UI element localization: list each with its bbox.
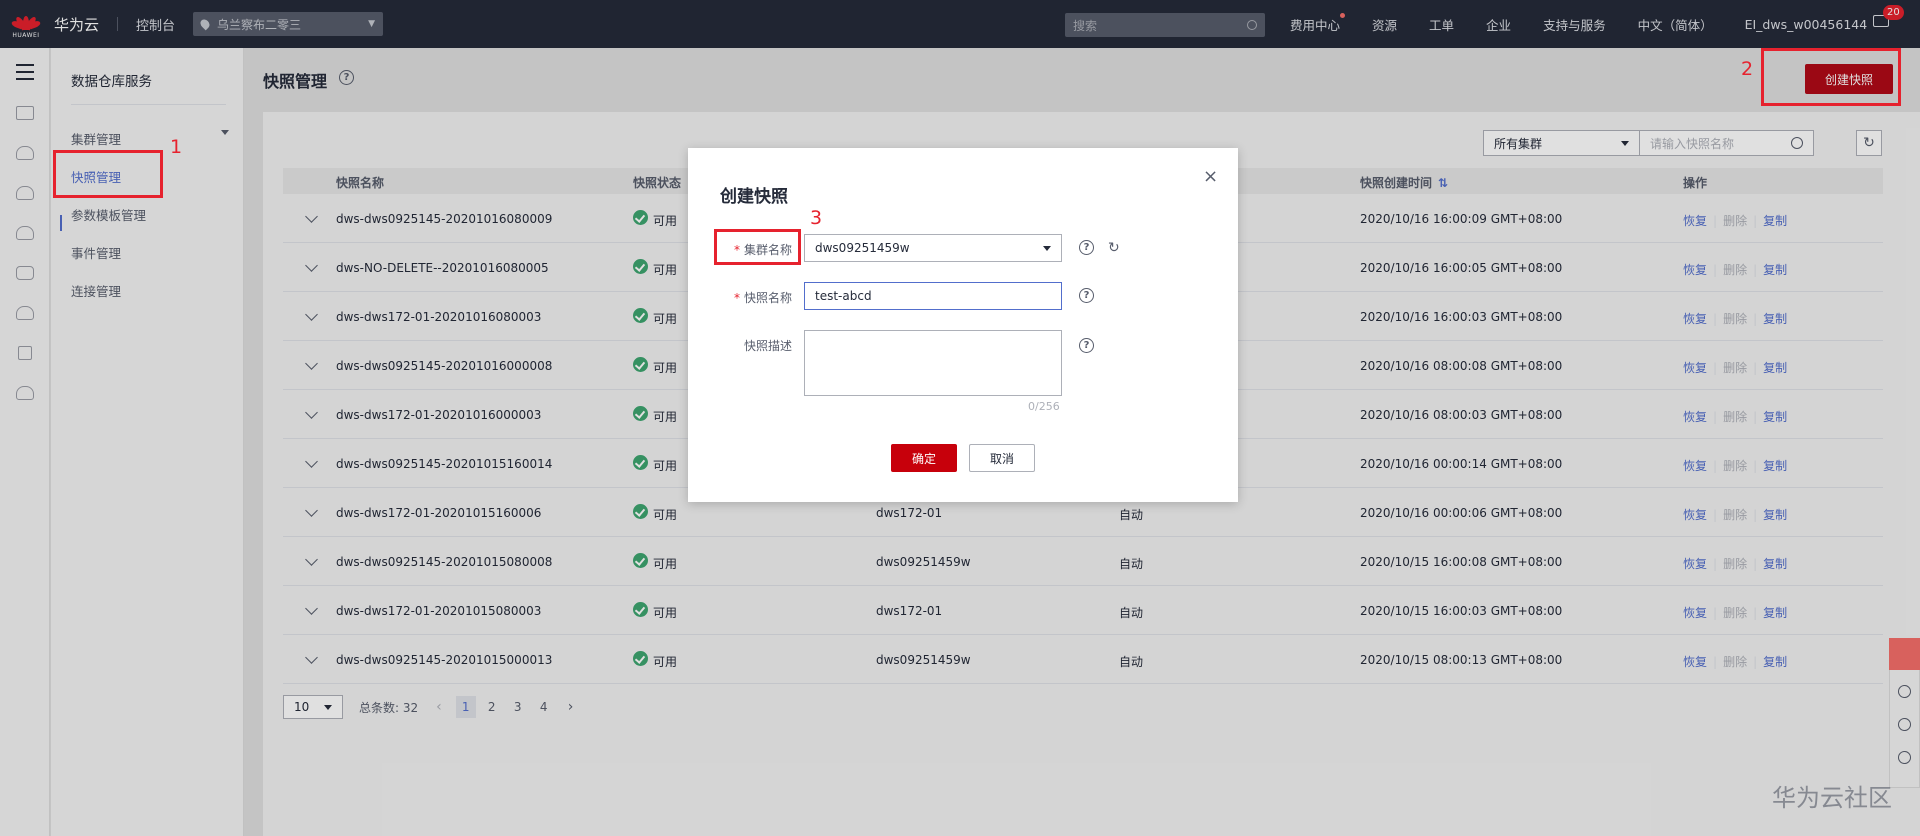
cluster-name-value: dws09251459w — [815, 241, 910, 255]
help-icon[interactable]: ? — [1079, 338, 1094, 353]
snapshot-name-label: * 快照名称 — [733, 291, 792, 305]
refresh-icon[interactable]: ↻ — [1108, 240, 1120, 256]
close-icon[interactable]: × — [1203, 166, 1218, 187]
annotation-number: 3 — [810, 207, 823, 229]
cluster-name-select[interactable]: dws09251459w — [804, 234, 1062, 262]
caret-down-icon — [1043, 245, 1051, 251]
annotation-box-create-button — [1761, 48, 1901, 106]
annotation-box-snapshot-menu — [53, 150, 163, 198]
snapshot-description-label: 快照描述 — [743, 339, 792, 353]
character-counter: 0/256 — [1028, 400, 1060, 413]
annotation-number: 1 — [170, 136, 183, 158]
snapshot-name-input[interactable]: test-abcd — [804, 282, 1062, 310]
dialog-title: 创建快照 — [720, 187, 788, 207]
create-snapshot-dialog: 创建快照 × * 集群名称 dws09251459w ? ↻ * 快照名称 test… — [688, 148, 1238, 502]
snapshot-description-textarea[interactable] — [804, 330, 1062, 396]
annotation-number: 2 — [1741, 58, 1754, 80]
help-icon[interactable]: ? — [1079, 240, 1094, 255]
annotation-box-cluster-name — [714, 229, 801, 265]
help-icon[interactable]: ? — [1079, 288, 1094, 303]
cancel-button[interactable]: 取消 — [969, 444, 1035, 472]
confirm-button[interactable]: 确定 — [891, 444, 957, 472]
